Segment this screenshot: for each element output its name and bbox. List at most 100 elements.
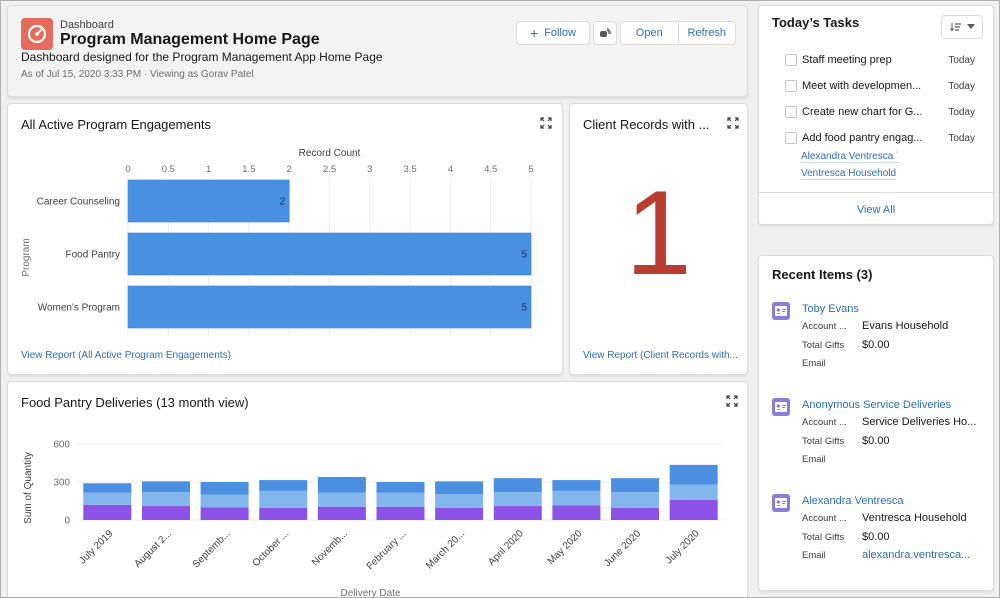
bar-segment bbox=[669, 499, 718, 520]
task-checkbox[interactable] bbox=[785, 106, 797, 118]
x-tick-label: 2 bbox=[287, 164, 292, 175]
dashboard-actions: Open Refresh bbox=[620, 21, 736, 45]
bar-segment bbox=[669, 484, 718, 500]
x-tick-label: 0.5 bbox=[162, 164, 175, 175]
contact-icon bbox=[772, 302, 790, 320]
x-tick-label: July 2019 bbox=[77, 528, 115, 566]
client-records-title: Client Records with ... bbox=[583, 117, 710, 132]
field-label: Account ... bbox=[802, 417, 847, 428]
task-due: Today bbox=[948, 106, 975, 118]
subscribe-icon bbox=[600, 28, 611, 37]
recent-items-widget: Recent Items (3) Toby Evans Account ... … bbox=[758, 255, 994, 591]
x-tick-label: Novemb... bbox=[310, 528, 350, 568]
recent-item-name-link[interactable]: Anonymous Service Deliveries bbox=[802, 399, 951, 411]
field-value: $0.00 bbox=[862, 339, 890, 351]
x-tick-label: 4.5 bbox=[484, 164, 497, 175]
x-tick-label: 1.5 bbox=[242, 164, 255, 175]
task-label[interactable]: Create new chart for G... bbox=[802, 106, 924, 118]
y-tick-label: 0 bbox=[64, 516, 70, 527]
bar-segment bbox=[552, 505, 601, 520]
email-link[interactable]: alexandra.ventresca... bbox=[862, 549, 977, 561]
bar-segment bbox=[493, 492, 542, 507]
data-label: 5 bbox=[521, 303, 527, 314]
refresh-button[interactable]: Refresh bbox=[677, 22, 736, 44]
expand-icon[interactable] bbox=[727, 117, 739, 129]
field-label: Total Gifts bbox=[802, 340, 845, 351]
expand-icon[interactable] bbox=[540, 117, 552, 129]
tasks-title: Today’s Tasks bbox=[772, 15, 860, 30]
field-label: Total Gifts bbox=[802, 436, 845, 447]
category-label: Women's Program bbox=[38, 303, 120, 314]
dashboard-description: Dashboard designed for the Program Manag… bbox=[21, 50, 383, 64]
deliveries-chart: 0 300 600 Sum of Quantity July 2019 August 2.… bbox=[23, 440, 723, 597]
x-tick-label: April 2020 bbox=[486, 528, 526, 568]
contact-icon bbox=[772, 494, 790, 512]
x-tick-label: 0 bbox=[125, 164, 130, 175]
category-label: Career Counseling bbox=[37, 197, 120, 208]
bar bbox=[127, 232, 532, 276]
bar-segment bbox=[317, 476, 366, 493]
bar-segment bbox=[317, 506, 366, 520]
task-related-contact-link[interactable]: Alexandra Ventresca ˙ bbox=[801, 151, 900, 163]
task-label[interactable]: Add food pantry engag... bbox=[802, 132, 924, 144]
follow-button[interactable]: + Follow bbox=[516, 21, 590, 45]
task-label[interactable]: Meet with developmen... bbox=[802, 80, 924, 92]
bar-segment bbox=[552, 490, 601, 506]
y-tick-label: 300 bbox=[53, 478, 70, 489]
page-title: Program Management Home Page bbox=[60, 31, 320, 48]
task-checkbox[interactable] bbox=[785, 54, 797, 66]
field-value: $0.00 bbox=[862, 531, 890, 543]
field-value: Service Deliveries Ho... bbox=[862, 416, 977, 428]
x-axis-title: Delivery Date bbox=[340, 588, 400, 597]
bar-segment bbox=[552, 480, 601, 491]
field-label: Account ... bbox=[802, 513, 847, 524]
bar-segment bbox=[376, 506, 425, 520]
field-value: Evans Household bbox=[862, 320, 949, 332]
x-tick-label: 3.5 bbox=[403, 164, 416, 175]
task-due: Today bbox=[948, 54, 975, 66]
plus-icon: + bbox=[530, 25, 539, 41]
field-label: Total Gifts bbox=[802, 532, 845, 543]
task-checkbox[interactable] bbox=[785, 132, 797, 144]
field-label: Email bbox=[802, 454, 826, 465]
engagements-widget: All Active Program Engagements Record Co… bbox=[7, 103, 563, 375]
dashboard-gauge-icon bbox=[21, 18, 53, 50]
subscribe-button[interactable] bbox=[593, 21, 617, 45]
bar bbox=[127, 285, 532, 329]
x-tick-label: July 2020 bbox=[664, 528, 702, 566]
task-related-account-link[interactable]: Ventresca Household bbox=[801, 168, 897, 180]
bar-segment bbox=[493, 506, 542, 520]
open-button[interactable]: Open bbox=[621, 22, 678, 44]
x-tick-label: October ... bbox=[251, 528, 292, 569]
x-tick-label: May 2020 bbox=[546, 528, 585, 567]
view-all-tasks-link[interactable]: View All bbox=[857, 204, 895, 216]
task-item: Create new chart for G... Today bbox=[785, 104, 975, 120]
x-tick-label: March 20... bbox=[424, 528, 467, 571]
expand-icon[interactable] bbox=[726, 395, 738, 407]
bar-segment bbox=[376, 492, 425, 507]
task-label[interactable]: Staff meeting prep bbox=[802, 54, 924, 66]
view-report-engagements-link[interactable]: View Report (All Active Program Engageme… bbox=[21, 350, 231, 361]
client-records-widget: Client Records with ... 1 View Report (C… bbox=[569, 103, 748, 375]
view-report-client-records-link[interactable]: View Report (Client Records with... bbox=[583, 350, 738, 361]
recent-item-name-link[interactable]: Alexandra Ventresca bbox=[802, 495, 904, 507]
task-due: Today bbox=[948, 132, 975, 144]
x-tick-label: 4 bbox=[448, 164, 453, 175]
sort-icon bbox=[949, 23, 961, 32]
task-item: Staff meeting prep Today bbox=[785, 52, 975, 68]
field-label: Email bbox=[802, 550, 826, 561]
task-checkbox[interactable] bbox=[785, 80, 797, 92]
engagements-chart: Record Count 0 0.5 1 1.5 2 2.5 3 3.5 4 4.5 5 Program… bbox=[21, 148, 534, 337]
x-tick-label: February ... bbox=[365, 528, 409, 572]
x-tick-label: June 2020 bbox=[602, 528, 643, 569]
bar-segment bbox=[200, 482, 249, 495]
y-tick-label: 600 bbox=[53, 440, 70, 451]
todays-tasks-widget: Today’s Tasks Staff meeting prep Today M… bbox=[758, 5, 994, 225]
task-filter-button[interactable] bbox=[941, 15, 983, 39]
bar-segment bbox=[83, 504, 132, 520]
category-label: Food Pantry bbox=[66, 250, 120, 261]
bar-segment bbox=[435, 494, 484, 508]
field-label: Account ... bbox=[802, 321, 847, 332]
x-tick-label: Septemb... bbox=[191, 528, 233, 570]
recent-item-name-link[interactable]: Toby Evans bbox=[802, 303, 859, 315]
